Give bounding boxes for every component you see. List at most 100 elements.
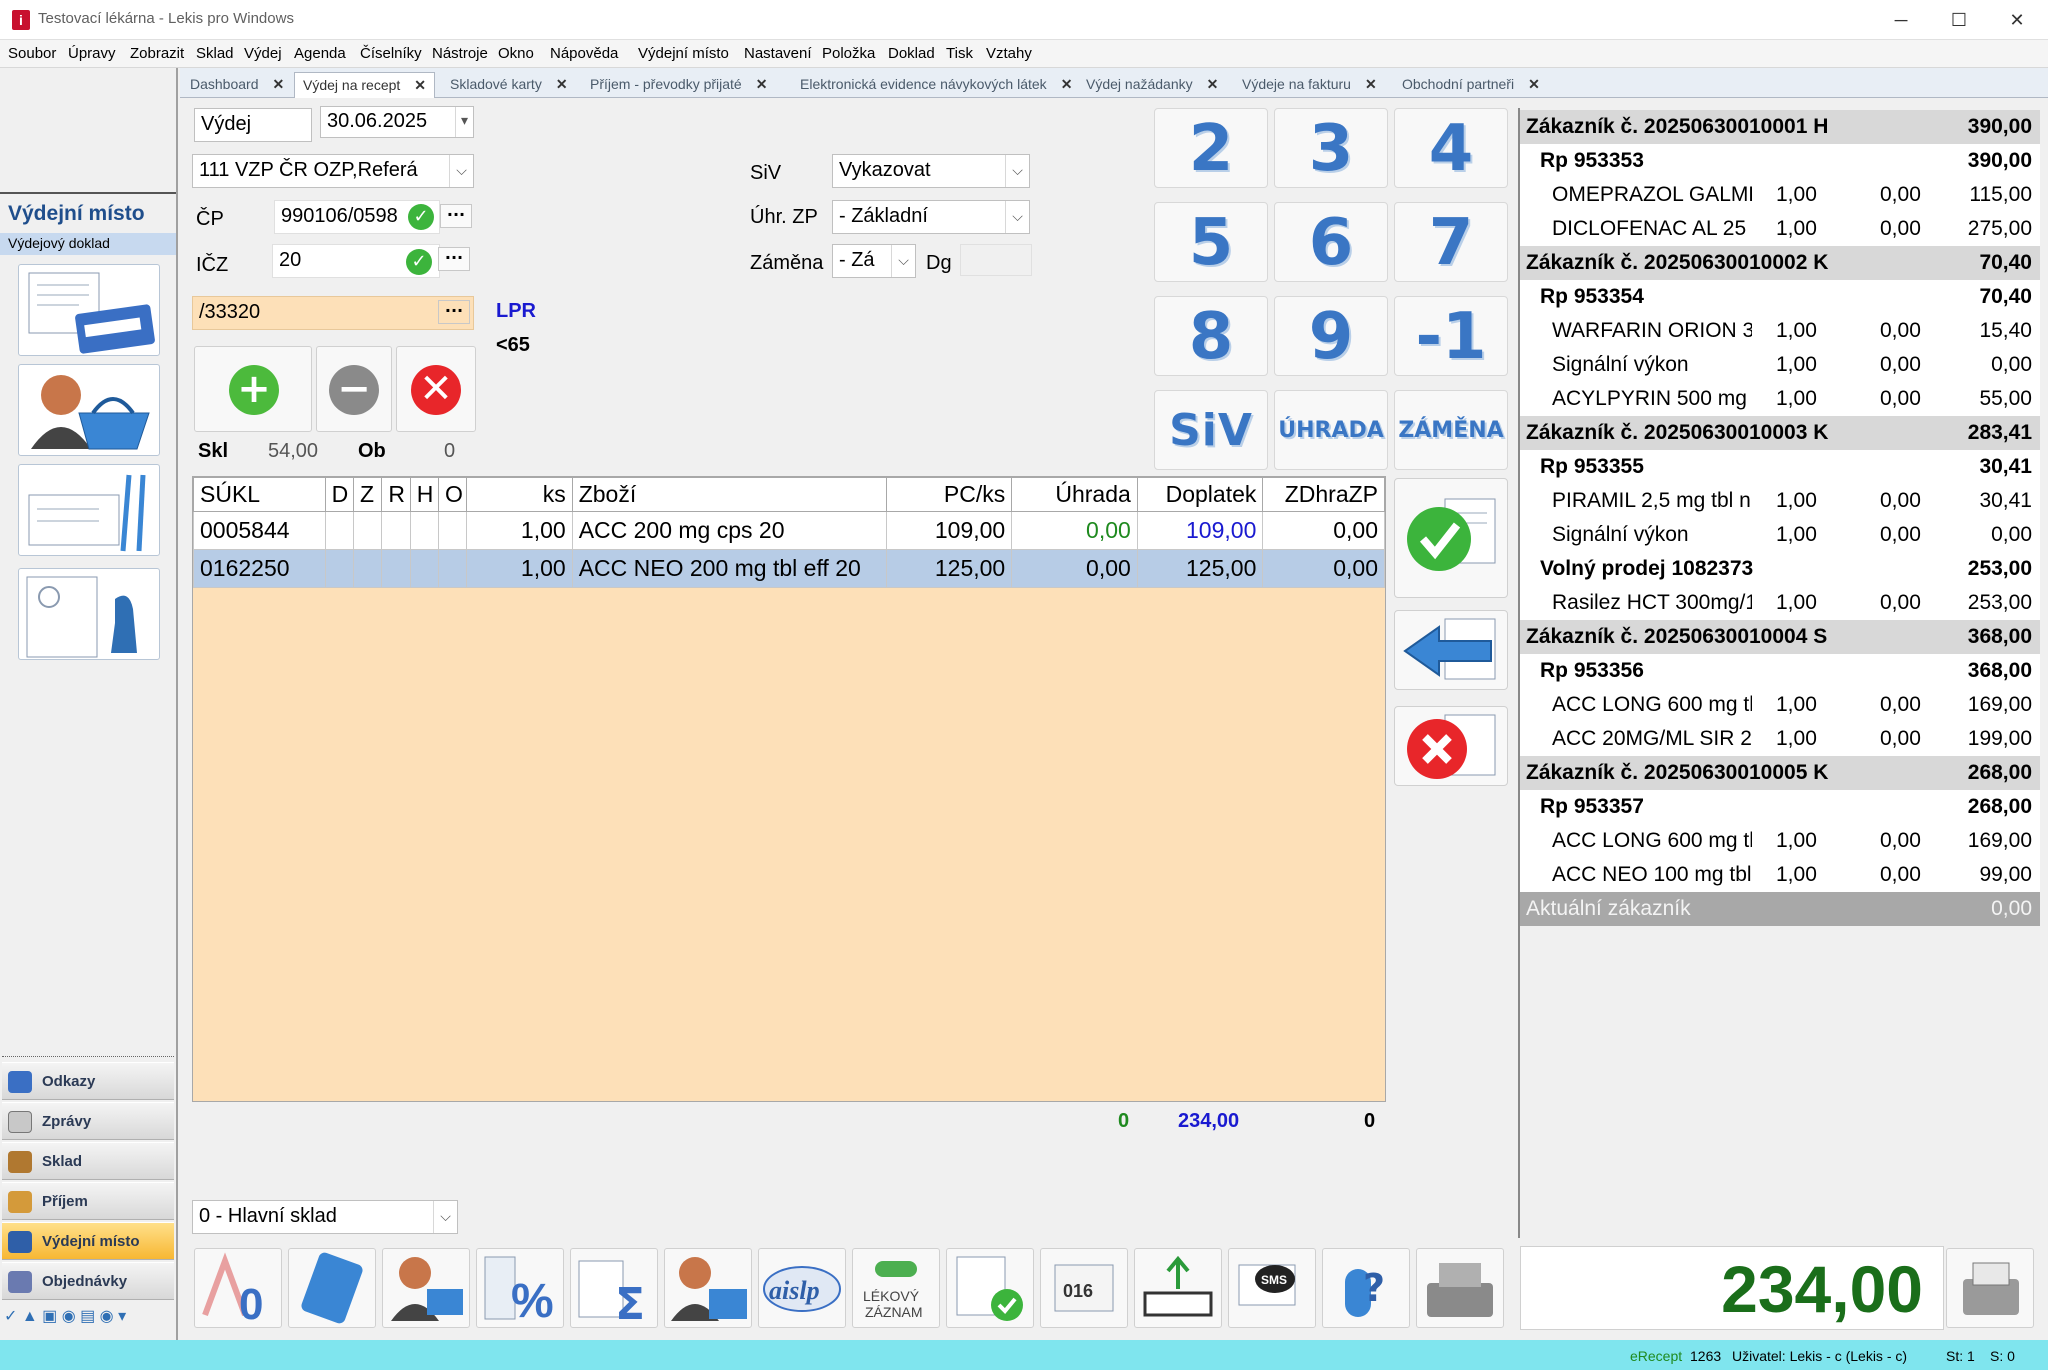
col-zbozi[interactable]: Zboží [571,477,887,512]
col-zdhrazp[interactable]: ZDhraZP [1262,477,1385,512]
menu-vztahy[interactable]: Vztahy [986,45,1032,62]
remove-item-button[interactable]: − [316,346,392,432]
cp-more-button[interactable]: ··· [440,204,472,228]
customer-item-row[interactable]: Signální výkon 1,00 0,00 0,00 [1520,348,2040,382]
medical-aid-tile[interactable] [18,464,160,556]
approve-button[interactable] [946,1248,1034,1328]
col-ks[interactable]: ks [466,477,573,512]
nav-vydejni-misto[interactable]: Výdejní místo [2,1222,174,1260]
current-customer-row[interactable]: Aktuální zákazník 0,00 [1520,892,2040,926]
menu-upravy[interactable]: Úpravy [68,45,116,62]
close-icon[interactable]: ✕ [1528,76,1540,92]
col-pc[interactable]: PC/ks [885,477,1013,512]
tab-prijem-prevodky[interactable]: Příjem - převodky přijaté ✕ [582,72,775,98]
customer-item-row[interactable]: Rasilez HCT 300mg/1 1,00 0,00 253,00 [1520,586,2040,620]
tab-skladove-karty[interactable]: Skladové karty ✕ [442,72,576,98]
customer-item-row[interactable]: DICLOFENAC AL 25 r 1,00 0,00 275,00 [1520,212,2040,246]
key-4[interactable]: 4 [1394,108,1508,188]
close-icon[interactable]: ✕ [1061,76,1073,92]
close-icon[interactable]: ✕ [414,77,426,93]
customer-header-row[interactable]: Zákazník č. 20250630010001 H 390,00 [1520,110,2040,144]
prescription-row[interactable]: Volný prodej 1082373 253,00 [1520,552,2040,586]
customer-item-row[interactable]: ACC NEO 100 mg tbl 1,00 0,00 99,00 [1520,858,2040,892]
cancel-document-button[interactable] [1394,706,1508,786]
delete-item-button[interactable]: ✕ [396,346,476,432]
prescription-row[interactable]: Rp 953355 30,41 [1520,450,2040,484]
col-doplatek[interactable]: Doplatek [1136,477,1264,512]
key-5[interactable]: 5 [1154,202,1268,282]
col-r[interactable]: R [381,477,411,512]
key-6[interactable]: 6 [1274,202,1388,282]
customer-item-row[interactable]: ACC LONG 600 mg tb 1,00 0,00 169,00 [1520,824,2040,858]
minimize-button[interactable]: ─ [1872,0,1930,40]
customer-insurance-button[interactable] [664,1248,752,1328]
insurer-select[interactable]: 111 VZP ČR OZP,Referá ⌵ [192,154,474,188]
close-icon[interactable]: ✕ [273,76,285,92]
customer-item-row[interactable]: WARFARIN ORION 3 1,00 0,00 15,40 [1520,314,2040,348]
tab-vydej-na-recept[interactable]: Výdej na recept ✕ [294,72,436,98]
key-9[interactable]: 9 [1274,296,1388,376]
menu-nastaveni[interactable]: Nastavení [744,45,812,62]
key-7[interactable]: 7 [1394,202,1508,282]
tab-obchodni-partneri[interactable]: Obchodní partneři ✕ [1394,72,1548,98]
col-h[interactable]: H [409,477,440,512]
col-z[interactable]: Z [352,477,383,512]
nav-objednavky[interactable]: Objednávky [2,1262,174,1300]
menu-vydejni-misto[interactable]: Výdejní místo [638,45,729,62]
customer-header-row[interactable]: Zákazník č. 20250630010005 K 268,00 [1520,756,2040,790]
prescription-row[interactable]: Rp 953353 390,00 [1520,144,2040,178]
chevron-down-icon[interactable]: ⌵ [1005,155,1029,187]
menu-sklad[interactable]: Sklad [196,45,234,62]
dg-input[interactable] [960,244,1032,276]
siv-select[interactable]: Vykazovat ⌵ [832,154,1030,188]
prescription-document-tile[interactable] [18,264,160,356]
customer-basket-tile[interactable] [18,364,160,456]
veterinary-tile[interactable] [18,568,160,660]
menu-zobrazit[interactable]: Zobrazit [130,45,184,62]
export-button[interactable] [1134,1248,1222,1328]
confirm-document-button[interactable] [1394,478,1508,598]
table-row[interactable]: 0005844 1,00 ACC 200 mg cps 20 109,00 0,… [193,511,1385,550]
close-button[interactable]: ✕ [1988,0,2046,40]
close-icon[interactable]: ✕ [1365,76,1377,92]
chevron-down-icon[interactable]: ⌵ [891,245,915,277]
prescriber-more-button[interactable]: ··· [438,300,470,324]
menu-ciselniky[interactable]: Číselníky [360,45,422,62]
zero-price-button[interactable]: 0 [194,1248,282,1329]
zamena-button[interactable]: ZÁMĚNA [1394,390,1508,470]
menu-soubor[interactable]: Soubor [8,45,56,62]
chevron-down-icon[interactable]: ⌵ [1005,201,1029,233]
discount-button[interactable]: % [476,1248,564,1328]
key-2[interactable]: 2 [1154,108,1268,188]
menu-polozka[interactable]: Položka [822,45,875,62]
customer-item-row[interactable]: ACC LONG 600 mg tb 1,00 0,00 169,00 [1520,688,2040,722]
prescriber-input[interactable]: /33320 [192,296,474,330]
tab-vydej-nazadanky[interactable]: Výdej nažádanky ✕ [1078,72,1226,98]
col-d[interactable]: D [324,477,355,512]
customer-header-row[interactable]: Zákazník č. 20250630010004 S 368,00 [1520,620,2040,654]
maximize-button[interactable]: ☐ [1930,0,1988,40]
lekovy-zaznam-button[interactable]: LÉKOVÝ ZÁZNAM [852,1248,940,1328]
close-icon[interactable]: ✕ [556,76,568,92]
print-button[interactable] [1946,1248,2034,1328]
uhrada-button[interactable]: ÚHRADA [1274,390,1388,470]
menu-doklad[interactable]: Doklad [888,45,935,62]
sum-documents-button[interactable]: Σ [570,1248,658,1330]
tab-vydeje-na-fakturu[interactable]: Výdeje na fakturu ✕ [1234,72,1385,98]
cash-register-button[interactable] [1416,1248,1504,1328]
col-sukl[interactable]: SÚKL [193,477,326,512]
chevron-down-icon[interactable]: ▾ [455,107,473,137]
close-icon[interactable]: ✕ [1207,76,1219,92]
uhr-zp-select[interactable]: - Základní ⌵ [832,200,1030,234]
menu-agenda[interactable]: Agenda [294,45,346,62]
nav-zpravy[interactable]: Zprávy [2,1102,174,1140]
customer-header-row[interactable]: Zákazník č. 20250630010002 K 70,40 [1520,246,2040,280]
back-button[interactable] [1394,610,1508,690]
nav-sklad[interactable]: Sklad [2,1142,174,1180]
vydej-type-field[interactable]: Výdej [194,108,312,142]
key-minus-1[interactable]: -1 [1394,296,1508,376]
date-field[interactable]: 30.06.2025 ▾ [320,106,474,138]
key-8[interactable]: 8 [1154,296,1268,376]
sms-button[interactable]: SMS [1228,1248,1316,1328]
chevron-down-icon[interactable]: ⌵ [449,155,473,187]
